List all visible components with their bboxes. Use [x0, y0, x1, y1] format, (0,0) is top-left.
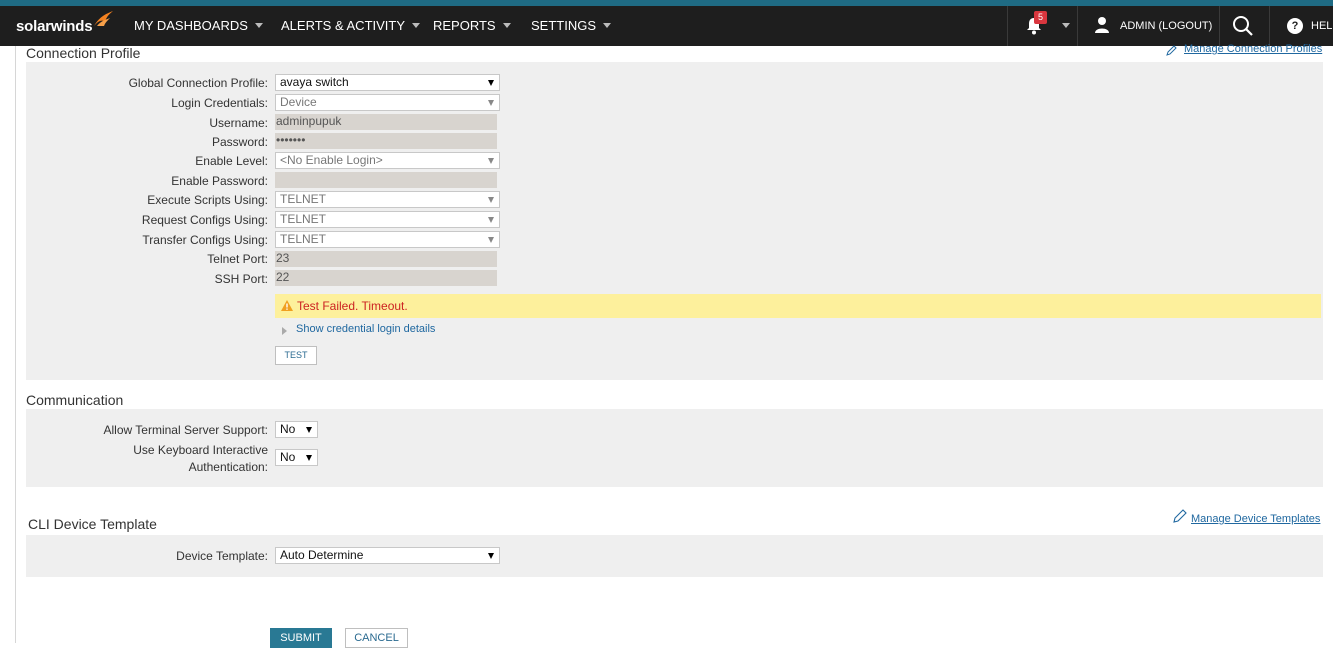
- chevron-down-icon: [306, 427, 312, 433]
- content-left-border: [15, 46, 16, 643]
- chevron-down-icon: [488, 80, 494, 86]
- login-credentials-label: Login Credentials:: [171, 96, 268, 110]
- chevron-down-icon: [488, 237, 494, 243]
- global-profile-label: Global Connection Profile:: [128, 76, 268, 90]
- username-label: Username:: [209, 116, 268, 130]
- username-field: adminpupuk: [275, 114, 497, 130]
- nav-settings[interactable]: SETTINGS: [531, 6, 612, 46]
- nav-alerts-activity[interactable]: ALERTS & ACTIVITY: [281, 6, 421, 46]
- search-icon[interactable]: [1232, 15, 1254, 37]
- chevron-down-icon: [488, 197, 494, 203]
- nav-divider: [1219, 6, 1220, 46]
- nav-divider: [1007, 6, 1008, 46]
- select-value: <No Enable Login>: [280, 153, 383, 167]
- transfer-configs-select[interactable]: TELNET: [275, 231, 500, 248]
- telnet-port-label: Telnet Port:: [207, 252, 268, 266]
- solarwinds-logo[interactable]: solarwinds: [16, 11, 113, 38]
- chevron-down-icon[interactable]: [1062, 23, 1070, 28]
- chevron-down-icon: [254, 23, 263, 29]
- global-profile-select[interactable]: avaya switch: [275, 74, 500, 91]
- keyboard-auth-label-line2: Authentication:: [188, 460, 268, 474]
- top-navbar: solarwinds MY DASHBOARDS ALERTS & ACTIVI…: [0, 6, 1333, 46]
- nav-reports[interactable]: REPORTS: [433, 6, 511, 46]
- terminal-server-select[interactable]: No: [275, 421, 318, 438]
- test-failed-warning: Test Failed. Timeout.: [275, 294, 1321, 318]
- chevron-down-icon: [306, 455, 312, 461]
- logo-text: solarwinds: [16, 17, 93, 35]
- user-icon: [1095, 17, 1109, 33]
- nav-label: MY DASHBOARDS: [134, 18, 248, 33]
- chevron-down-icon: [488, 158, 494, 164]
- pencil-icon[interactable]: [1166, 44, 1178, 56]
- communication-title: Communication: [26, 392, 124, 408]
- select-value: avaya switch: [280, 75, 349, 89]
- nav-label: REPORTS: [433, 18, 496, 33]
- device-template-label: Device Template:: [176, 549, 268, 563]
- select-value: TELNET: [280, 192, 327, 206]
- ssh-port-field: 22: [275, 270, 497, 286]
- keyboard-auth-select[interactable]: No: [275, 449, 318, 466]
- nav-divider: [1077, 6, 1078, 46]
- select-value: Auto Determine: [280, 548, 364, 562]
- chevron-down-icon: [412, 23, 421, 29]
- nav-my-dashboards[interactable]: MY DASHBOARDS: [134, 6, 263, 46]
- chevron-down-icon: [488, 553, 494, 559]
- enable-level-label: Enable Level:: [195, 154, 268, 168]
- nav-divider: [1269, 6, 1270, 46]
- execute-scripts-label: Execute Scripts Using:: [147, 193, 268, 207]
- telnet-port-field: 23: [275, 251, 497, 267]
- chevron-down-icon: [603, 23, 612, 29]
- login-credentials-select[interactable]: Device: [275, 94, 500, 111]
- expand-triangle-icon[interactable]: [282, 327, 287, 335]
- select-value: TELNET: [280, 232, 327, 246]
- select-value: Device: [280, 95, 317, 109]
- warning-text: Test Failed. Timeout.: [297, 299, 408, 313]
- notification-badge: 5: [1034, 11, 1047, 24]
- chevron-down-icon: [502, 23, 511, 29]
- connection-profile-title: Connection Profile: [26, 45, 141, 61]
- show-credential-details-link[interactable]: Show credential login details: [296, 323, 435, 335]
- manage-device-templates-link[interactable]: Manage Device Templates: [1191, 513, 1320, 525]
- test-button[interactable]: TEST: [275, 346, 317, 365]
- password-field: •••••••: [275, 133, 497, 149]
- terminal-server-label: Allow Terminal Server Support:: [103, 423, 268, 437]
- pencil-icon[interactable]: [1173, 509, 1187, 523]
- cli-template-title: CLI Device Template: [28, 516, 157, 532]
- chevron-down-icon: [488, 217, 494, 223]
- enable-level-select[interactable]: <No Enable Login>: [275, 152, 500, 169]
- device-template-select[interactable]: Auto Determine: [275, 547, 500, 564]
- cancel-button[interactable]: CANCEL: [345, 628, 408, 648]
- keyboard-auth-label-line1: Use Keyboard Interactive: [133, 443, 268, 457]
- transfer-configs-label: Transfer Configs Using:: [142, 233, 268, 247]
- admin-logout-link[interactable]: ADMIN (LOGOUT): [1120, 6, 1212, 46]
- manage-connection-profiles-link[interactable]: Manage Connection Profiles: [1184, 43, 1322, 55]
- select-value: TELNET: [280, 212, 327, 226]
- help-link[interactable]: HELP: [1311, 6, 1333, 46]
- chevron-down-icon: [488, 100, 494, 106]
- request-configs-select[interactable]: TELNET: [275, 211, 500, 228]
- select-value: No: [280, 450, 296, 464]
- ssh-port-label: SSH Port:: [214, 272, 268, 286]
- enable-password-field: [275, 172, 497, 188]
- password-label: Password:: [211, 135, 268, 149]
- nav-label: ALERTS & ACTIVITY: [281, 18, 406, 33]
- request-configs-label: Request Configs Using:: [141, 213, 268, 227]
- nav-label: SETTINGS: [531, 18, 597, 33]
- enable-password-label: Enable Password:: [171, 174, 268, 188]
- warning-icon: [281, 300, 293, 311]
- select-value: No: [280, 422, 296, 436]
- help-icon[interactable]: ?: [1287, 18, 1303, 34]
- execute-scripts-select[interactable]: TELNET: [275, 191, 500, 208]
- logo-flame-icon: [94, 11, 113, 26]
- submit-button[interactable]: SUBMIT: [270, 628, 332, 648]
